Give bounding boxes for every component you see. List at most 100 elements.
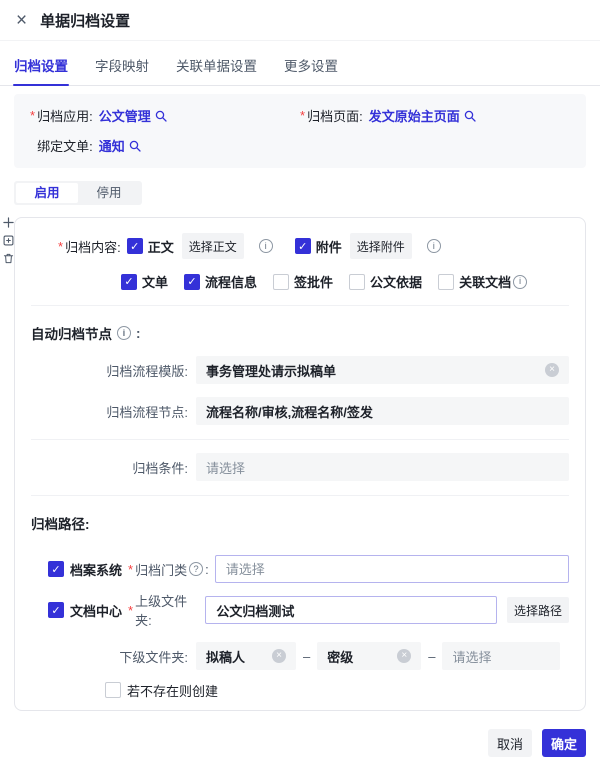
auto-archive-node-heading: 自动归档节点 i : — [31, 323, 569, 343]
search-icon — [129, 140, 141, 152]
checkbox-create-if-missing[interactable] — [105, 682, 121, 698]
archive-system-label: 档案系统 — [70, 560, 122, 579]
add-icon[interactable] — [3, 217, 14, 228]
archive-template-row: 归档流程模版: 事务管理处请示拟稿单 × — [31, 356, 569, 384]
bind-doc-link[interactable]: 通知 — [99, 136, 141, 155]
doc-basis-label: 公文依据 — [370, 272, 422, 291]
archive-condition-select[interactable]: 请选择 — [196, 453, 569, 481]
checkbox-attachment[interactable]: ✓ — [295, 238, 311, 254]
select-path-button[interactable]: 选择路径 — [507, 597, 569, 623]
archive-path-heading: 归档路径: — [31, 513, 569, 533]
search-icon — [464, 110, 476, 122]
checkbox-sign-doc[interactable] — [273, 274, 289, 290]
parent-folder-input[interactable] — [205, 596, 497, 624]
archive-node-label: 归档流程节点: — [31, 402, 196, 421]
cancel-button[interactable]: 取消 — [488, 729, 532, 757]
subfolder-select-1[interactable]: 拟稿人 × — [196, 642, 296, 670]
page-title: 单据归档设置 — [40, 10, 130, 31]
subfolder-value-2: 密级 — [327, 647, 391, 666]
checkbox-archive-system[interactable]: ✓ — [48, 561, 64, 577]
subfolder-placeholder-3: 请选择 — [452, 647, 550, 666]
tab-more-settings[interactable]: 更多设置 — [284, 55, 338, 85]
required-star: * — [30, 108, 35, 123]
archive-page-link[interactable]: 发文原始主页面 — [369, 106, 476, 125]
enable-toggle-option[interactable]: 启用 — [16, 183, 78, 203]
related-doc-label: 关联文档 — [459, 272, 511, 291]
doc-center-label: 文档中心 — [70, 601, 122, 620]
archive-rule-card: * 归档内容: ✓ 正文 选择正文 i ✓ 附件 选择附件 i ✓ 文单 ✓ 流程信… — [14, 217, 586, 711]
archive-template-select[interactable]: 事务管理处请示拟稿单 × — [196, 356, 569, 384]
tab-related-doc-settings[interactable]: 关联单据设置 — [176, 55, 257, 85]
tab-bar: 归档设置 字段映射 关联单据设置 更多设置 — [0, 41, 600, 86]
close-icon[interactable]: × — [16, 11, 27, 30]
main-text-label: 正文 — [148, 237, 174, 256]
subfolder-select-2[interactable]: 密级 × — [317, 642, 421, 670]
archive-app-field: * 归档应用: 公文管理 — [30, 106, 300, 125]
create-if-missing-row: 若不存在则创建 — [105, 682, 569, 698]
archive-page-value: 发文原始主页面 — [369, 106, 460, 125]
archive-settings-dialog: × 单据归档设置 归档设置 字段映射 关联单据设置 更多设置 * 归档应用: 公… — [0, 0, 600, 757]
tab-archive-settings[interactable]: 归档设置 — [14, 55, 68, 85]
category-input[interactable] — [215, 555, 569, 583]
info-icon[interactable]: i — [117, 326, 131, 340]
auto-archive-node-title: 自动归档节点 — [31, 323, 112, 343]
trash-icon[interactable] — [3, 253, 14, 264]
attachment-label: 附件 — [316, 237, 342, 256]
required-star: * — [128, 603, 133, 618]
binding-info-panel: * 归档应用: 公文管理 * 归档页面: 发文原始主页面 * 绑定文单: 通知 — [14, 94, 586, 168]
checkbox-main-text[interactable]: ✓ — [127, 238, 143, 254]
doc-form-label: 文单 — [142, 272, 168, 291]
category-label: 归档门类 — [135, 560, 187, 579]
archive-system-row: ✓ 档案系统 * 归档门类 ? : — [48, 555, 569, 583]
info-icon[interactable]: i — [259, 239, 273, 253]
subfolder-row: 下级文件夹: 拟稿人 × – 密级 × – 请选择 — [31, 642, 569, 670]
archive-node-value: 流程名称/审核,流程名称/签发 — [206, 402, 559, 421]
divider — [31, 439, 569, 440]
clear-icon[interactable]: × — [397, 649, 411, 663]
archive-condition-label: 归档条件: — [31, 458, 196, 477]
copy-icon[interactable] — [3, 235, 14, 246]
archive-node-row: 归档流程节点: 流程名称/审核,流程名称/签发 — [31, 397, 569, 425]
checkbox-doc-basis[interactable] — [349, 274, 365, 290]
archive-node-select[interactable]: 流程名称/审核,流程名称/签发 — [196, 397, 569, 425]
search-icon — [155, 110, 167, 122]
disable-toggle-option[interactable]: 停用 — [78, 183, 140, 203]
subfolder-select-3[interactable]: 请选择 — [442, 642, 560, 670]
parent-folder-label: 上级文件夹: — [135, 591, 199, 629]
archive-content-row: * 归档内容: ✓ 正文 选择正文 i ✓ 附件 选择附件 i — [58, 233, 569, 259]
colon: : — [205, 562, 209, 577]
clear-icon[interactable]: × — [545, 363, 559, 377]
doc-center-row: ✓ 文档中心 * 上级文件夹: 选择路径 — [48, 591, 569, 629]
dash-separator: – — [428, 649, 435, 664]
archive-content-label: 归档内容: — [65, 237, 121, 256]
bind-doc-value: 通知 — [99, 136, 125, 155]
question-icon[interactable]: ? — [189, 562, 203, 576]
info-icon[interactable]: i — [427, 239, 441, 253]
bind-doc-field: * 绑定文单: 通知 — [30, 136, 300, 155]
subfolder-label: 下级文件夹: — [31, 647, 196, 666]
archive-app-label: 归档应用: — [37, 106, 93, 125]
required-star: * — [128, 562, 133, 577]
info-icon[interactable]: i — [513, 275, 527, 289]
tab-field-mapping[interactable]: 字段映射 — [95, 55, 149, 85]
process-info-label: 流程信息 — [205, 272, 257, 291]
dialog-header: × 单据归档设置 — [0, 0, 600, 41]
checkbox-doc-form[interactable]: ✓ — [121, 274, 137, 290]
archive-template-value: 事务管理处请示拟稿单 — [206, 361, 539, 380]
archive-content-row-2: ✓文单 ✓流程信息 签批件 公文依据 关联文档i — [121, 272, 569, 291]
dash-separator: – — [303, 649, 310, 664]
archive-app-link[interactable]: 公文管理 — [99, 106, 167, 125]
clear-icon[interactable]: × — [272, 649, 286, 663]
checkbox-related-doc[interactable] — [438, 274, 454, 290]
confirm-button[interactable]: 确定 — [542, 729, 586, 757]
colon: : — [136, 326, 141, 341]
dialog-footer: 取消 确定 — [14, 729, 586, 757]
required-star: * — [300, 108, 305, 123]
archive-condition-placeholder: 请选择 — [206, 458, 559, 477]
checkbox-doc-center[interactable]: ✓ — [48, 602, 64, 618]
archive-condition-row: 归档条件: 请选择 — [31, 453, 569, 481]
archive-page-label: 归档页面: — [307, 106, 363, 125]
select-main-text-button[interactable]: 选择正文 — [182, 233, 244, 259]
select-attachment-button[interactable]: 选择附件 — [350, 233, 412, 259]
checkbox-process-info[interactable]: ✓ — [184, 274, 200, 290]
